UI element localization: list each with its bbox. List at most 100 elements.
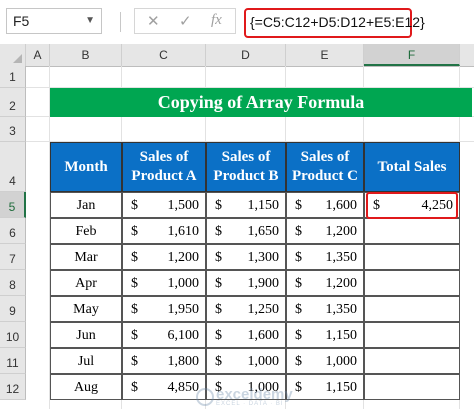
row-header-6[interactable]: 6: [0, 218, 26, 244]
currency-symbol: $: [131, 380, 138, 395]
table-cell-total[interactable]: [364, 270, 460, 296]
column-header-f[interactable]: F: [364, 44, 460, 66]
table-cell-a[interactable]: $1,800: [122, 348, 206, 374]
table-cell-a[interactable]: $4,850: [122, 374, 206, 400]
row-header-11[interactable]: 11: [0, 348, 26, 374]
table-cell-a[interactable]: $1,610: [122, 218, 206, 244]
table-cell-a[interactable]: $1,950: [122, 296, 206, 322]
table-cell-total[interactable]: [364, 244, 460, 270]
name-box[interactable]: F5 ▼: [6, 8, 102, 34]
table-cell-b[interactable]: $1,000: [206, 348, 286, 374]
table-cell-c[interactable]: $1,350: [286, 296, 364, 322]
currency-symbol: $: [131, 276, 138, 291]
separator: [120, 12, 121, 32]
currency-symbol: $: [215, 276, 222, 291]
amount-value: 1,150: [247, 198, 280, 213]
currency-symbol: $: [131, 302, 138, 317]
amount-value: 1,350: [325, 302, 358, 317]
sheet-title[interactable]: Copying of Array Formula: [50, 88, 472, 117]
table-cell-a[interactable]: $1,200: [122, 244, 206, 270]
table-cell-b[interactable]: $1,150: [206, 192, 286, 218]
row-header-4[interactable]: 4: [0, 142, 26, 192]
row-header-1[interactable]: 1: [0, 66, 26, 88]
currency-symbol: $: [215, 198, 222, 213]
row-header-10[interactable]: 10: [0, 322, 26, 348]
table-cell-b[interactable]: $1,300: [206, 244, 286, 270]
amount-value: 6,100: [167, 328, 200, 343]
amount-value: 1,800: [167, 354, 200, 369]
watermark-tagline: EXCEL · DATA · BI: [216, 401, 284, 407]
table-cell-c[interactable]: $1,150: [286, 322, 364, 348]
header-total-sales[interactable]: Total Sales: [364, 142, 460, 192]
table-cell-total[interactable]: [364, 374, 460, 400]
table-cell-b[interactable]: $1,900: [206, 270, 286, 296]
amount-value: 1,000: [325, 354, 358, 369]
table-cell-b[interactable]: $1,600: [206, 322, 286, 348]
column-header-b[interactable]: B: [50, 44, 122, 66]
enter-icon[interactable]: ✓: [179, 12, 192, 30]
table-cell-month[interactable]: Feb: [50, 218, 122, 244]
amount-value: 1,350: [325, 250, 358, 265]
table-cell-c[interactable]: $1,350: [286, 244, 364, 270]
watermark: exceldemy EXCEL · DATA · BI: [196, 386, 346, 408]
currency-symbol: $: [295, 302, 302, 317]
table-cell-c[interactable]: $1,200: [286, 218, 364, 244]
table-cell-month[interactable]: Jul: [50, 348, 122, 374]
column-header-e[interactable]: E: [286, 44, 364, 66]
row-header-5[interactable]: 5: [0, 192, 26, 218]
formula-buttons: ✕ ✓ fx: [134, 8, 236, 34]
table-cell-c[interactable]: $1,200: [286, 270, 364, 296]
table-cell-month[interactable]: Jun: [50, 322, 122, 348]
currency-symbol: $: [295, 224, 302, 239]
amount-value: 1,650: [247, 224, 280, 239]
formula-input[interactable]: {=C5:C12+D5:D12+E5:E12}: [244, 8, 425, 38]
row-header-2[interactable]: 2: [0, 88, 26, 117]
name-box-value: F5: [13, 13, 30, 29]
select-all-corner[interactable]: [0, 44, 26, 66]
row-header-7[interactable]: 7: [0, 244, 26, 270]
table-cell-b[interactable]: $1,650: [206, 218, 286, 244]
amount-value: 1,000: [167, 276, 200, 291]
amount-value: 1,600: [325, 198, 358, 213]
currency-symbol: $: [215, 250, 222, 265]
table-cell-total[interactable]: [364, 218, 460, 244]
amount-value: 1,950: [167, 302, 200, 317]
table-cell-c[interactable]: $1,000: [286, 348, 364, 374]
header-month[interactable]: Month: [50, 142, 122, 192]
table-cell-month[interactable]: Jan: [50, 192, 122, 218]
table-cell-total[interactable]: [364, 322, 460, 348]
table-cell-c[interactable]: $1,600: [286, 192, 364, 218]
exceldemy-logo-icon: [196, 388, 214, 406]
table-cell-month[interactable]: Aug: [50, 374, 122, 400]
chevron-down-icon[interactable]: ▼: [85, 9, 95, 33]
header-product-a[interactable]: Sales of Product A: [122, 142, 206, 192]
table-cell-a[interactable]: $1,500: [122, 192, 206, 218]
currency-symbol: $: [215, 328, 222, 343]
column-header-d[interactable]: D: [206, 44, 286, 66]
fx-icon[interactable]: fx: [211, 12, 222, 29]
table-cell-total[interactable]: [364, 348, 460, 374]
header-product-b[interactable]: Sales of Product B: [206, 142, 286, 192]
row-header-12[interactable]: 12: [0, 374, 26, 400]
row-header-3[interactable]: 3: [0, 117, 26, 142]
table-cell-month[interactable]: Apr: [50, 270, 122, 296]
row-header-8[interactable]: 8: [0, 270, 26, 296]
table-cell-a[interactable]: $1,000: [122, 270, 206, 296]
table-cell-a[interactable]: $6,100: [122, 322, 206, 348]
table-cell-month[interactable]: May: [50, 296, 122, 322]
row-header-9[interactable]: 9: [0, 296, 26, 322]
active-cell-highlight: [366, 192, 458, 219]
table-cell-b[interactable]: $1,250: [206, 296, 286, 322]
column-headers: A B C D E F: [0, 44, 474, 67]
column-header-c[interactable]: C: [122, 44, 206, 66]
table-cell-month[interactable]: Mar: [50, 244, 122, 270]
amount-value: 1,150: [325, 328, 358, 343]
currency-symbol: $: [131, 224, 138, 239]
cancel-icon[interactable]: ✕: [147, 12, 160, 30]
amount-value: 1,200: [325, 276, 358, 291]
currency-symbol: $: [215, 224, 222, 239]
table-cell-total[interactable]: [364, 296, 460, 322]
header-product-c[interactable]: Sales of Product C: [286, 142, 364, 192]
column-header-a[interactable]: A: [26, 44, 50, 66]
currency-symbol: $: [131, 354, 138, 369]
